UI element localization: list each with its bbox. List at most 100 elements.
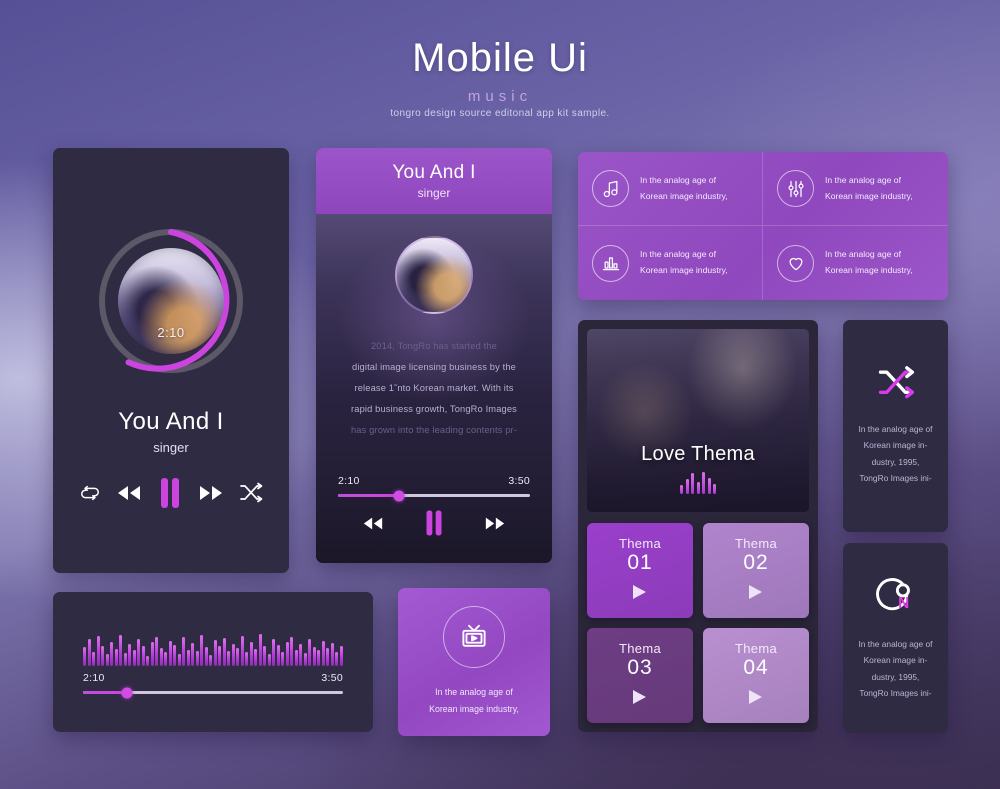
thema-grid: Thema 01 Thema 02 Thema 03 Thema 04 xyxy=(587,523,809,723)
waveform-bar xyxy=(146,655,149,666)
page-title: Mobile Ui xyxy=(412,36,588,80)
rewind-icon[interactable] xyxy=(362,516,384,536)
waveform-bar xyxy=(321,640,325,666)
waveform-bar xyxy=(707,478,711,494)
thema-tile-03[interactable]: Thema 03 xyxy=(587,628,693,723)
repeat-on-info-card[interactable]: N In the analog age of Korean image in- … xyxy=(843,543,948,733)
waveform-bar xyxy=(96,636,100,666)
seek-handle[interactable] xyxy=(393,490,405,501)
feature-line-2: Korean image industry, xyxy=(640,265,728,275)
waveform-bar xyxy=(303,653,307,666)
waveform-bar xyxy=(713,484,716,494)
thema-tile-04[interactable]: Thema 04 xyxy=(703,628,809,723)
audio-waveform-icon xyxy=(587,472,809,494)
rewind-icon[interactable] xyxy=(116,484,142,502)
shuffle-info-card[interactable]: In the analog age of Korean image in- du… xyxy=(843,320,948,532)
waveform-bar xyxy=(141,646,145,666)
waveform-bar xyxy=(236,647,239,666)
tv-promo-card[interactable]: In the analog age of Korean image indust… xyxy=(398,588,550,736)
pause-icon[interactable] xyxy=(158,478,182,508)
waveform-bar xyxy=(254,649,257,666)
play-icon[interactable] xyxy=(630,688,650,711)
waveform-bar xyxy=(186,649,190,666)
app-canvas: Mobile Ui music tongro design source edi… xyxy=(0,0,1000,789)
text-line-1: In the analog age of xyxy=(858,423,933,434)
play-icon[interactable] xyxy=(630,583,650,606)
track-artist: singer xyxy=(417,186,451,200)
text-line-2: Korean image in- xyxy=(863,655,928,666)
track-title: You And I xyxy=(392,162,476,183)
text-line-3: dustry, 1995, xyxy=(871,456,920,467)
elapsed-time: 2:10 xyxy=(157,325,185,340)
waveform-bar xyxy=(218,645,221,666)
page-subtitle: music xyxy=(467,88,533,105)
pause-icon[interactable] xyxy=(424,510,444,541)
waveform-bar xyxy=(326,648,329,666)
forward-icon[interactable] xyxy=(198,484,224,502)
progress-ring[interactable]: 2:10 xyxy=(94,224,248,378)
current-time: 2:10 xyxy=(338,475,360,487)
thema-label: Thema xyxy=(619,535,661,551)
play-icon[interactable] xyxy=(746,688,766,711)
shuffle-card-text: In the analog age of Korean image in- du… xyxy=(858,421,932,487)
text-line-4: TongRo Images ini- xyxy=(859,687,932,698)
thema-tile-02[interactable]: Thema 02 xyxy=(703,523,809,618)
love-thema-hero: Love Thema xyxy=(587,329,809,512)
music-note-icon xyxy=(592,170,629,207)
feature-cell-equalizer[interactable]: In the analog age of Korean image indust… xyxy=(763,152,948,226)
thema-tile-01[interactable]: Thema 01 xyxy=(587,523,693,618)
seek-slider[interactable] xyxy=(83,687,343,698)
waveform-bar xyxy=(132,650,136,666)
description-line-1: 2014, TongRo has started the xyxy=(370,341,497,351)
repeat-on-icon: N xyxy=(872,575,920,620)
waveform-bar xyxy=(191,642,194,666)
text-line-3: dustry, 1995, xyxy=(871,671,920,682)
love-thema-title: Love Thema xyxy=(641,443,755,465)
waveform-bar xyxy=(290,637,293,666)
waveform-bar xyxy=(330,642,334,666)
waveform-bar xyxy=(249,641,253,666)
description-line-2: digital image licensing business by the xyxy=(352,361,516,372)
feature-cell-music[interactable]: In the analog age of Korean image indust… xyxy=(578,152,763,226)
seek-bar-group: 2:10 3:50 xyxy=(338,475,530,501)
waveform-bar xyxy=(227,650,230,666)
waveform-bar xyxy=(312,646,316,666)
waveform-bar xyxy=(691,473,694,494)
seek-bar-group: 2:10 3:50 xyxy=(83,672,343,698)
waveform-bar xyxy=(101,645,104,666)
seek-slider[interactable] xyxy=(338,490,530,501)
seek-handle[interactable] xyxy=(121,687,133,698)
waveform-bar xyxy=(87,639,91,666)
feature-cell-chart[interactable]: In the analog age of Korean image indust… xyxy=(578,226,763,300)
waveform-bar xyxy=(272,639,275,666)
current-time: 2:10 xyxy=(83,672,105,684)
waveform-bar xyxy=(150,642,154,666)
waveform-bar xyxy=(285,642,289,666)
waveform-bar xyxy=(173,644,176,666)
waveform-bar xyxy=(263,646,266,666)
waveform-bar xyxy=(294,649,298,666)
thema-label: Thema xyxy=(619,640,661,656)
waveform-bar xyxy=(119,635,122,666)
waveform-bar xyxy=(177,653,181,666)
waveform-card: 2:10 3:50 xyxy=(53,592,373,732)
forward-icon[interactable] xyxy=(484,516,506,536)
waveform-bar xyxy=(281,651,284,666)
description-line-5: has grown into the leading contents pr- xyxy=(350,424,518,435)
feature-text: In the analog age of Korean image indust… xyxy=(825,247,913,279)
waveform-bar xyxy=(92,651,95,666)
detail-player-body: 2014, TongRo has started the digital ima… xyxy=(316,214,552,563)
shuffle-icon[interactable] xyxy=(239,482,263,504)
waveform-bar xyxy=(276,644,280,666)
waveform-bar xyxy=(123,653,127,666)
seek-fill xyxy=(83,691,128,694)
waveform-bar xyxy=(680,485,683,494)
waveform-bar xyxy=(110,641,113,666)
detail-player-header: You And I singer xyxy=(316,148,552,214)
waveform-bar xyxy=(204,646,208,666)
waveform-bar xyxy=(317,650,320,666)
repeat-icon[interactable] xyxy=(79,482,101,504)
play-icon[interactable] xyxy=(746,583,766,606)
description-line-4: rapid business growth, TongRo Images xyxy=(351,403,517,414)
feature-cell-heart[interactable]: In the analog age of Korean image indust… xyxy=(763,226,948,300)
